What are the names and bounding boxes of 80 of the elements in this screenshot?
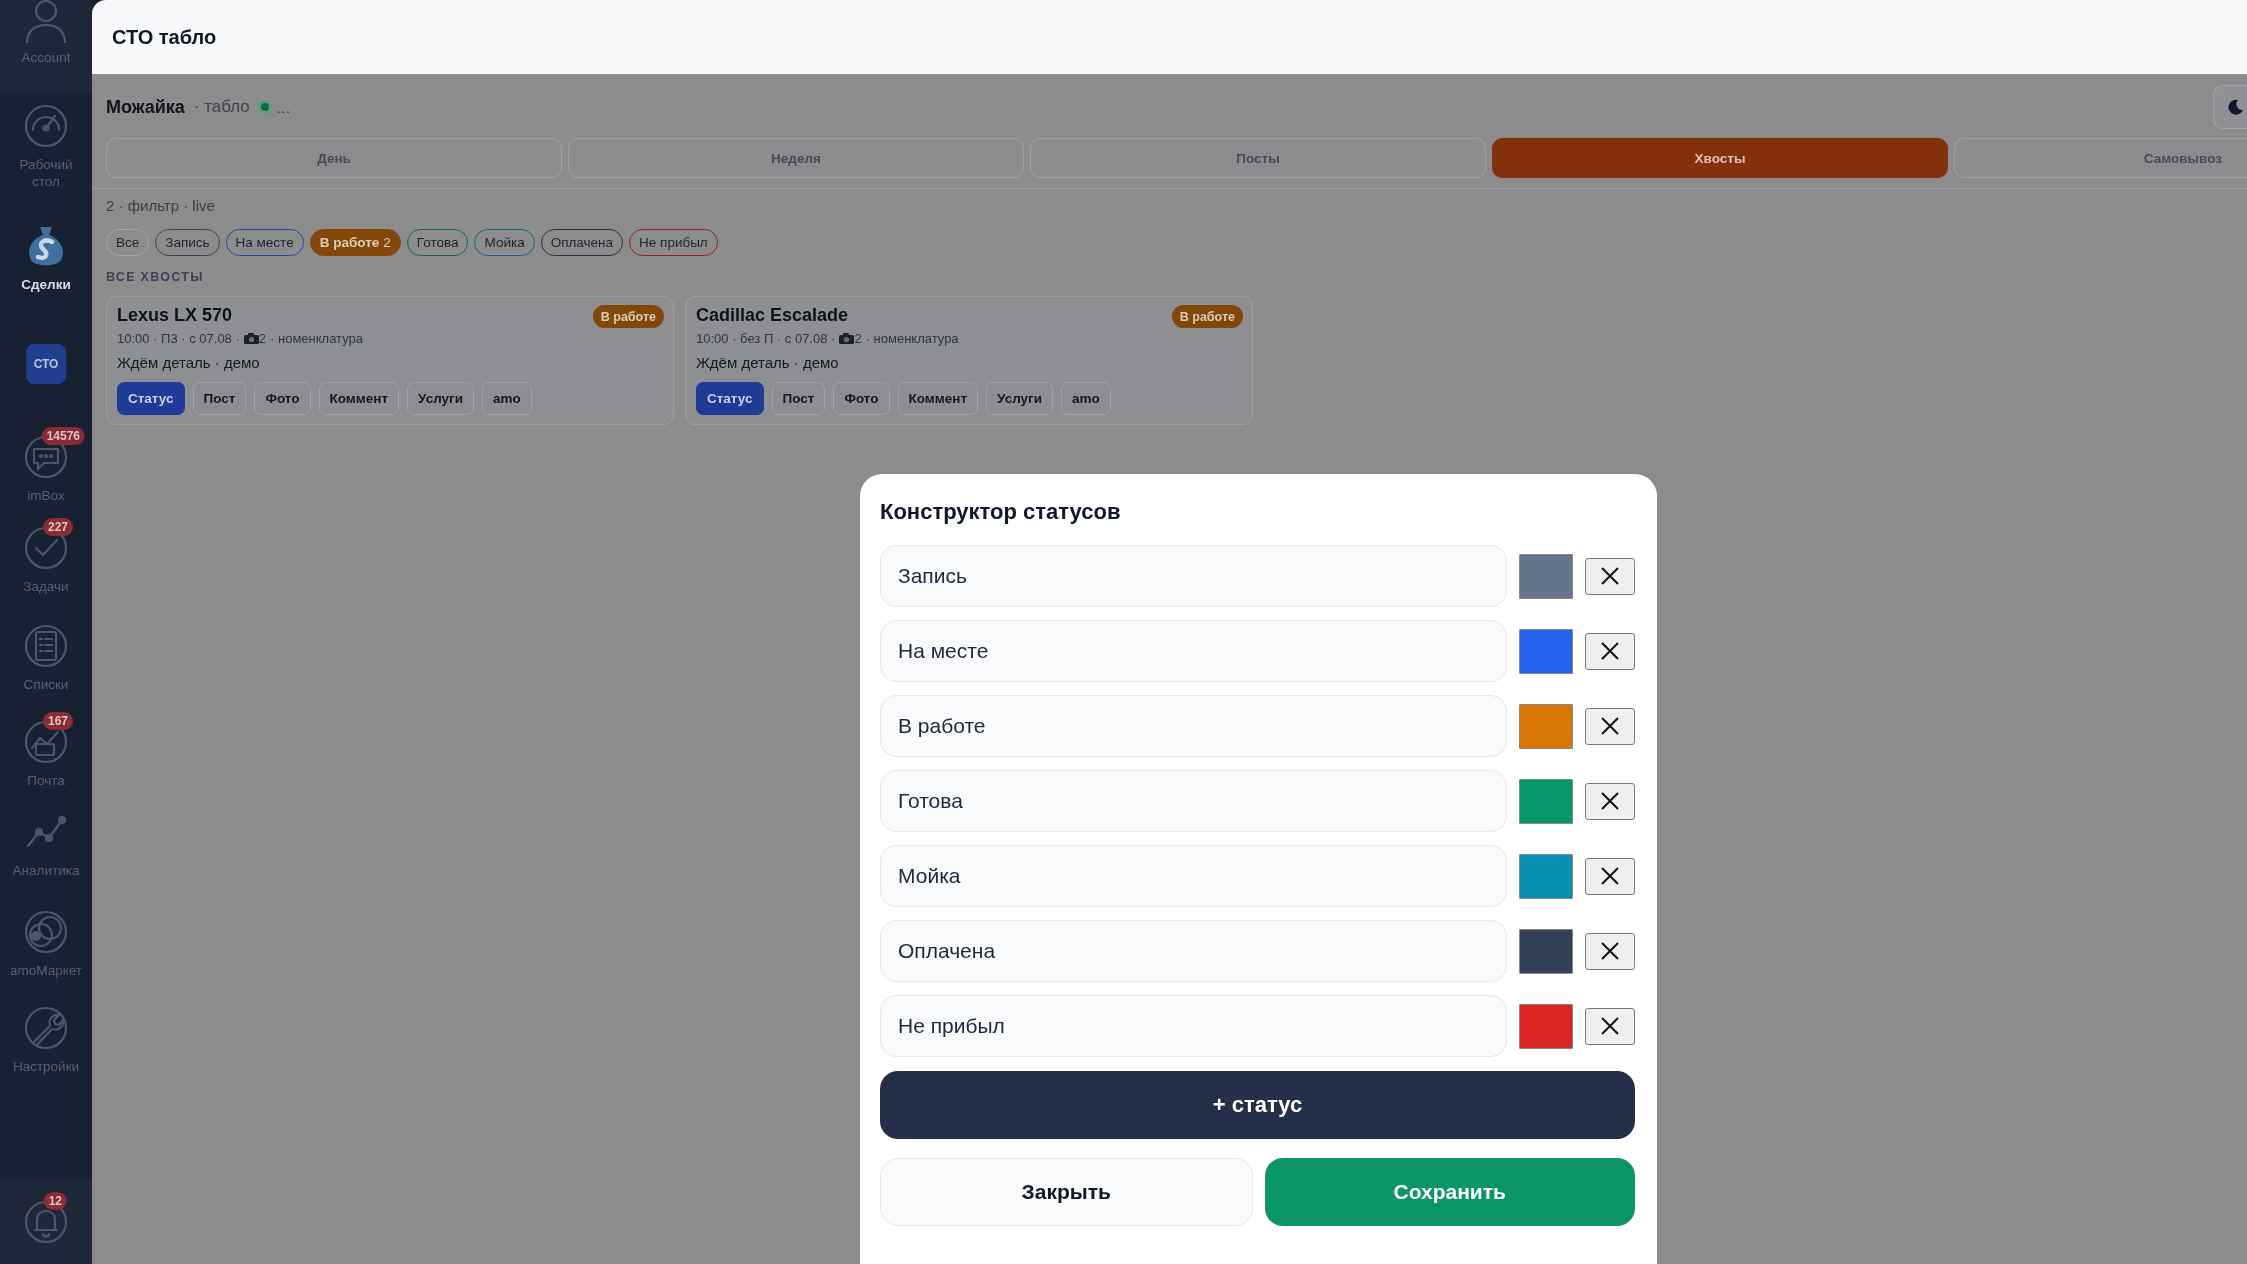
card-action-button[interactable]: Коммент	[897, 382, 979, 415]
close-icon	[1601, 942, 1619, 960]
card-note: Ждём деталь · демо	[696, 353, 840, 372]
status-name-field[interactable]: Готова	[880, 770, 1507, 832]
camera-icon	[839, 333, 855, 344]
status-name-field[interactable]: Не прибыл	[880, 995, 1507, 1057]
remove-status-button[interactable]	[1585, 782, 1635, 820]
remove-status-button[interactable]	[1585, 857, 1635, 895]
add-status-button[interactable]: + статус	[880, 1071, 1635, 1139]
save-button[interactable]: Сохранить	[1264, 1158, 1635, 1226]
close-icon	[1601, 567, 1619, 585]
card-meta: 10:00 · без П · с 07.08 ·	[696, 330, 836, 347]
color-swatch[interactable]	[1519, 703, 1573, 749]
remove-status-button[interactable]	[1585, 932, 1635, 970]
status-name-field[interactable]: Мойка	[880, 845, 1507, 907]
card-meta: 10:00 · П3 · с 07.08 ·	[117, 330, 240, 347]
card-action-button[interactable]: Коммент	[318, 382, 400, 415]
card-action-button[interactable]: Фото	[254, 382, 311, 415]
wrench-icon	[24, 1006, 68, 1050]
card-action-button[interactable]: amo	[482, 382, 532, 415]
speedometer-icon	[24, 104, 68, 148]
dialog-title: Конструктор статусов	[880, 499, 1122, 525]
remove-status-button[interactable]	[1585, 557, 1635, 595]
card-action-button[interactable]: Услуги	[407, 382, 474, 415]
remove-status-button[interactable]	[1585, 632, 1635, 670]
color-swatch[interactable]	[1519, 778, 1573, 824]
status-name-field[interactable]: Оплачена	[880, 920, 1507, 982]
card-action-button[interactable]: Пост	[192, 382, 247, 415]
card-action-button[interactable]: amo	[1061, 382, 1111, 415]
close-icon	[1601, 867, 1619, 885]
filter-chip[interactable]: В работе 2	[309, 229, 401, 256]
card-note: Ждём деталь · демо	[117, 353, 261, 372]
theme-toggle-button[interactable]	[2213, 85, 2247, 129]
close-icon	[1601, 792, 1619, 810]
view-tab[interactable]: Хвосты	[1492, 138, 1948, 178]
person-icon	[24, 0, 68, 44]
moon-icon	[2228, 99, 2244, 115]
color-swatch[interactable]	[1519, 853, 1573, 899]
color-swatch[interactable]	[1519, 553, 1573, 599]
status-badge: В работе	[592, 305, 664, 328]
color-swatch[interactable]	[1519, 928, 1573, 974]
status-text: …	[275, 98, 291, 116]
close-icon	[1601, 717, 1619, 735]
color-swatch[interactable]	[1519, 1003, 1573, 1049]
remove-status-button[interactable]	[1585, 707, 1635, 745]
card-action-button[interactable]: Статус	[696, 382, 764, 415]
board-subtitle: · табло	[193, 97, 250, 117]
photo-count: 2	[258, 330, 267, 347]
location-name: Можайка	[106, 96, 185, 118]
close-button[interactable]: Закрыть	[880, 1158, 1253, 1226]
account-label: Account	[21, 49, 71, 66]
card-meta-tail: · номенклатура	[270, 330, 363, 347]
card-meta-tail: · номенклатура	[865, 330, 959, 347]
filter-summary: 2 · фильтр · live	[106, 197, 216, 215]
status-name-field[interactable]: Запись	[880, 545, 1507, 607]
card-action-button[interactable]: Услуги	[986, 382, 1053, 415]
status-badge: В работе	[1171, 305, 1243, 328]
card-title: Cadillac Escalade	[696, 304, 849, 326]
card-title: Lexus LX 570	[117, 304, 233, 326]
app-tile[interactable]: СТО	[26, 344, 66, 384]
card-action-button[interactable]: Фото	[833, 382, 890, 415]
checklist-icon	[24, 624, 68, 668]
status-name-field[interactable]: В работе	[880, 695, 1507, 757]
count-badge: 12	[43, 1192, 67, 1210]
nav-label[interactable]: Сделки	[4, 276, 88, 293]
count-badge: 167	[43, 712, 74, 730]
remove-status-button[interactable]	[1585, 1007, 1635, 1045]
count-badge: 14576	[41, 427, 86, 445]
window-title: СТО табло	[112, 25, 217, 49]
card-action-button[interactable]: Статус	[117, 382, 185, 415]
count-badge: 227	[43, 518, 74, 536]
overlapping-circles-icon	[24, 910, 68, 954]
section-title: ВСЕ ХВОСТЫ	[106, 270, 205, 285]
card-action-button[interactable]: Пост	[771, 382, 826, 415]
color-swatch[interactable]	[1519, 628, 1573, 674]
close-icon	[1601, 1017, 1619, 1035]
status-name-field[interactable]: На месте	[880, 620, 1507, 682]
photo-count: 2	[854, 330, 862, 347]
close-icon	[1601, 642, 1619, 660]
camera-icon	[243, 333, 259, 344]
